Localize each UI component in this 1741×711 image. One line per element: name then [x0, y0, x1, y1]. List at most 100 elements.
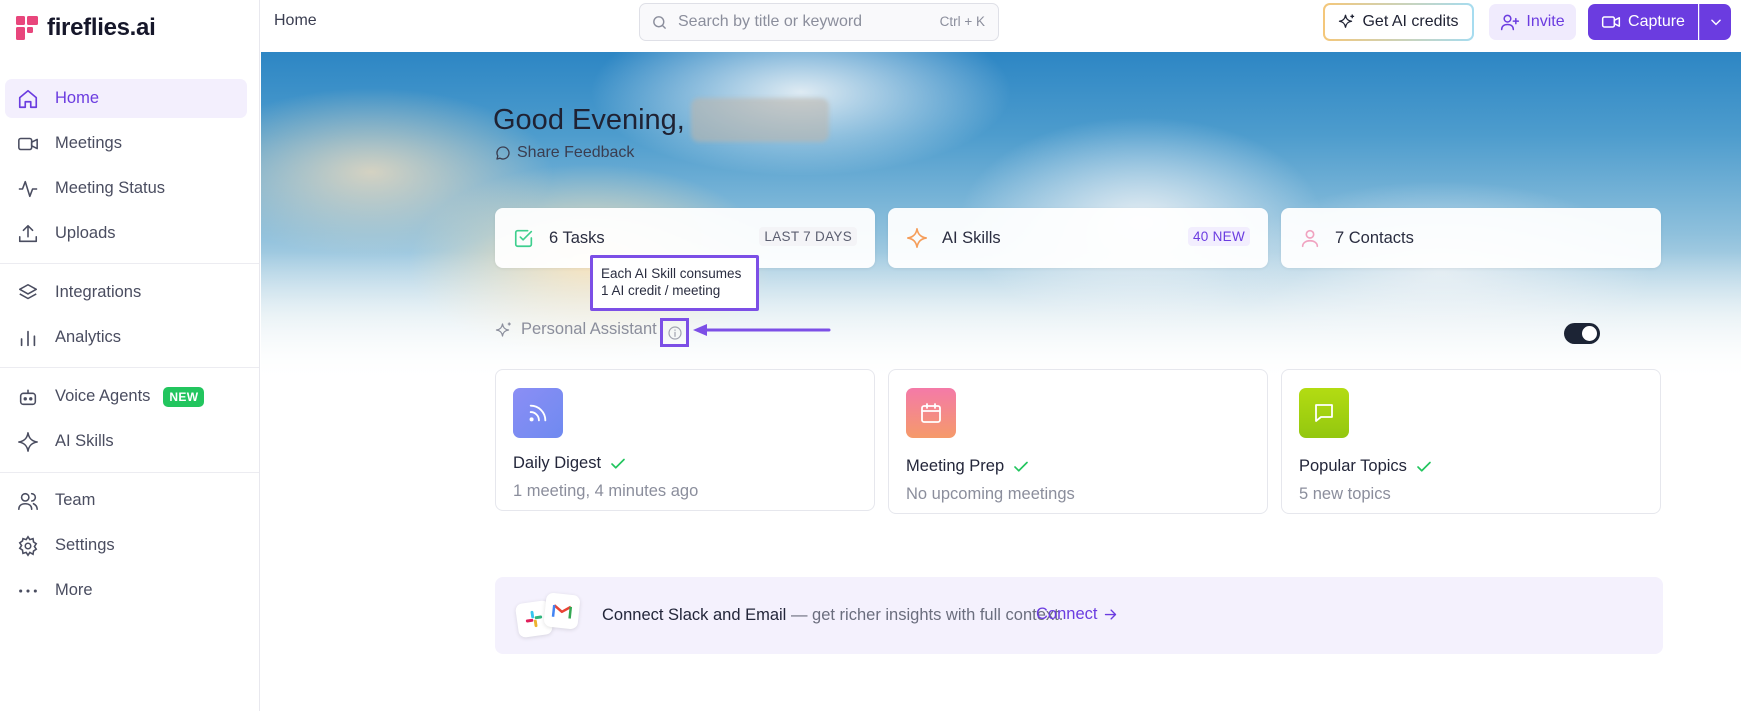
sidebar-item-settings[interactable]: Settings [5, 526, 247, 565]
check-icon [609, 455, 627, 473]
sidebar-item-meetings[interactable]: Meetings [5, 124, 247, 163]
daily-digest-subtitle: 1 meeting, 4 minutes ago [513, 482, 699, 500]
search-box[interactable]: Ctrl + K [639, 3, 999, 41]
home-icon [17, 88, 39, 110]
popular-topics-card[interactable]: Popular Topics 5 new topics [1281, 369, 1661, 514]
meeting-prep-card[interactable]: Meeting Prep No upcoming meetings [888, 369, 1268, 514]
ai-skill-tooltip: Each AI Skill consumes 1 AI credit / mee… [590, 255, 759, 311]
get-ai-credits-label: Get AI credits [1362, 13, 1459, 30]
tooltip-line-1: Each AI Skill consumes [601, 266, 742, 281]
personal-assistant-label: Personal Assistant [521, 320, 657, 338]
chat-bubble-icon [495, 145, 511, 161]
sidebar-item-label: Integrations [55, 283, 142, 301]
connect-description: get richer insights with full context. [812, 606, 1064, 624]
sidebar-divider [0, 367, 259, 368]
search-input[interactable] [678, 13, 918, 31]
info-button-highlight[interactable] [660, 318, 689, 347]
logo[interactable]: fireflies.ai [16, 14, 156, 42]
connect-link-label: Connect [1036, 605, 1098, 623]
sidebar-item-label: AI Skills [55, 432, 114, 450]
popular-topics-title: Popular Topics [1299, 457, 1407, 475]
check-icon [1012, 458, 1030, 476]
sidebar-item-home[interactable]: Home [5, 79, 247, 118]
get-ai-credits-button[interactable]: Get AI credits [1323, 3, 1474, 41]
activity-icon [17, 178, 39, 200]
capture-button[interactable]: Capture [1588, 4, 1698, 40]
contacts-card[interactable]: 7 Contacts [1281, 208, 1661, 268]
sidebar-divider [0, 472, 259, 473]
search-icon [651, 14, 668, 31]
connect-message: Connect Slack and Email — get richer ins… [602, 606, 1063, 625]
search-shortcut: Ctrl + K [939, 14, 985, 29]
sidebar-item-voice-agents[interactable]: Voice Agents NEW [5, 377, 247, 416]
bar-chart-icon [17, 327, 39, 349]
connect-dash: — [786, 606, 813, 624]
personal-assistant-toggle[interactable] [1564, 323, 1600, 344]
more-dots-icon [17, 580, 39, 602]
sidebar-item-meeting-status[interactable]: Meeting Status [5, 169, 247, 208]
invite-label: Invite [1526, 13, 1565, 30]
connect-title: Connect Slack and Email [602, 606, 787, 624]
sidebar: fireflies.ai Home Meetings Meeting Statu… [0, 0, 260, 711]
hero-fade [261, 252, 1741, 382]
tasks-range-tag: LAST 7 DAYS [759, 227, 857, 246]
upload-icon [17, 223, 39, 245]
tooltip-line-2: 1 AI credit / meeting [601, 283, 721, 298]
sidebar-divider [0, 263, 259, 264]
toggle-knob [1582, 326, 1597, 341]
share-feedback-label: Share Feedback [517, 144, 635, 161]
meeting-prep-subtitle: No upcoming meetings [906, 485, 1075, 503]
sparkles-icon [495, 321, 513, 339]
ai-skills-card[interactable]: AI Skills 40 NEW [888, 208, 1268, 268]
connect-link[interactable]: Connect [1036, 605, 1118, 624]
sidebar-item-integrations[interactable]: Integrations [5, 273, 247, 312]
chevron-down-icon [1709, 15, 1723, 29]
breadcrumb: Home [274, 12, 317, 29]
annotation-arrow-icon [693, 324, 831, 336]
robot-icon [17, 386, 39, 408]
rss-icon [513, 388, 563, 438]
sidebar-item-uploads[interactable]: Uploads [5, 214, 247, 253]
add-user-icon [1500, 12, 1520, 32]
popular-topics-subtitle: 5 new topics [1299, 485, 1391, 503]
checkbox-icon [513, 227, 535, 249]
sidebar-item-analytics[interactable]: Analytics [5, 318, 247, 357]
new-badge: NEW [163, 386, 205, 407]
connect-app-icons [514, 592, 587, 640]
ai-skills-new-tag: 40 NEW [1187, 227, 1250, 246]
gmail-icon [543, 592, 581, 630]
sidebar-item-label: Meetings [55, 134, 122, 152]
sidebar-item-label: Meeting Status [55, 179, 166, 197]
sparkle-icon [1338, 13, 1356, 31]
sidebar-item-more[interactable]: More [5, 571, 247, 610]
invite-button[interactable]: Invite [1489, 4, 1576, 40]
sidebar-item-label: Home [55, 89, 100, 107]
sidebar-item-label: Voice Agents [55, 387, 151, 405]
daily-digest-title: Daily Digest [513, 454, 602, 472]
check-icon [1415, 458, 1433, 476]
calendar-icon [906, 388, 956, 438]
users-icon [17, 490, 39, 512]
ai-skills-label: AI Skills [942, 228, 1001, 247]
layers-icon [17, 282, 39, 304]
video-icon [17, 133, 39, 155]
sidebar-item-team[interactable]: Team [5, 481, 247, 520]
video-icon [1601, 12, 1621, 32]
brand-name: fireflies.ai [47, 14, 156, 41]
connect-slack-email-banner: Connect Slack and Email — get richer ins… [495, 577, 1663, 654]
share-feedback-link[interactable]: Share Feedback [495, 144, 634, 162]
info-icon [667, 325, 683, 341]
sidebar-item-label: Settings [55, 536, 115, 554]
capture-label: Capture [1628, 13, 1685, 30]
chat-bubble-icon [1299, 388, 1349, 438]
daily-digest-card[interactable]: Daily Digest 1 meeting, 4 minutes ago [495, 369, 875, 511]
sidebar-item-label: More [55, 581, 93, 599]
sparkle-icon [17, 431, 39, 453]
arrow-right-icon [1103, 607, 1118, 622]
user-icon [1299, 227, 1321, 249]
sparkle-icon [906, 227, 928, 249]
capture-dropdown-button[interactable] [1699, 4, 1731, 40]
contacts-count: 7 Contacts [1335, 228, 1414, 247]
sidebar-item-ai-skills[interactable]: AI Skills [5, 422, 247, 461]
main-content: Good Evening, Share Feedback 6 Tasks LAS… [261, 52, 1741, 711]
